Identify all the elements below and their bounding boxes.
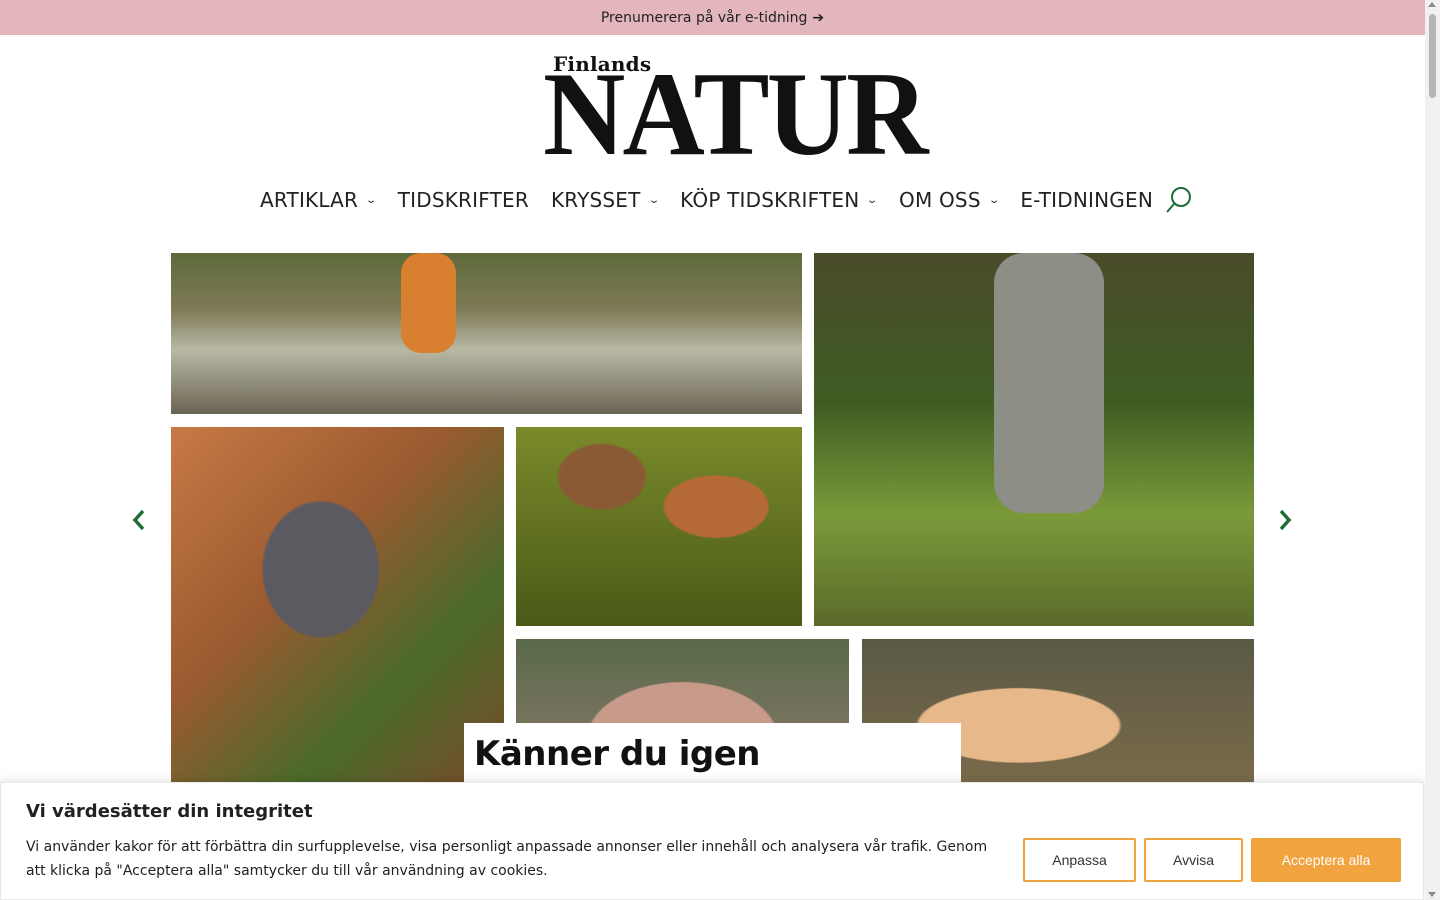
- mushroom-image: [171, 427, 504, 783]
- reject-button[interactable]: Avvisa: [1144, 838, 1243, 882]
- chevron-down-icon: ⌄: [866, 194, 879, 206]
- nav-item-kop-tidskriften[interactable]: KÖP TIDSKRIFTEN ⌄: [680, 188, 879, 212]
- slider-next-button[interactable]: [1274, 505, 1296, 535]
- main-nav: ARTIKLAR ⌄ TIDSKRIFTER KRYSSET ⌄ KÖP TID…: [260, 180, 1193, 220]
- accept-all-button[interactable]: Acceptera alla: [1251, 838, 1401, 882]
- nav-item-tidskrifter[interactable]: TIDSKRIFTER: [398, 188, 529, 212]
- chevron-down-icon: ⌄: [988, 194, 1001, 206]
- chevron-down-icon: ⌄: [647, 194, 660, 206]
- nav-item-label: KRYSSET: [550, 188, 641, 212]
- nav-item-krysset[interactable]: KRYSSET ⌄: [550, 188, 660, 212]
- scroll-down-icon[interactable]: [1428, 892, 1436, 897]
- arrow-right-icon: ➔: [812, 9, 825, 26]
- featured-slider[interactable]: [171, 253, 1254, 783]
- logo-big-text: NATUR: [543, 47, 928, 180]
- nav-item-label: E-TIDNINGEN: [1020, 188, 1153, 212]
- nav-item-label: OM OSS: [899, 188, 981, 212]
- subscribe-banner-text[interactable]: Prenumerera på vår e-tidning: [601, 10, 808, 26]
- nav-item-artiklar[interactable]: ARTIKLAR ⌄: [260, 188, 378, 212]
- cookie-text: Vi använder kakor för att förbättra din …: [26, 839, 988, 879]
- chevron-right-icon: [1279, 509, 1292, 531]
- nav-item-label: TIDSKRIFTER: [397, 188, 529, 212]
- slider-prev-button[interactable]: [128, 505, 150, 535]
- customize-button[interactable]: Anpassa: [1023, 838, 1136, 882]
- nav-item-e-tidningen[interactable]: E-TIDNINGEN: [1020, 188, 1153, 212]
- site-logo[interactable]: Finlands NATUR: [543, 52, 928, 174]
- scroll-up-icon[interactable]: [1428, 2, 1436, 7]
- cookie-title: Vi värdesätter din integritet: [26, 801, 313, 822]
- scrollbar-thumb[interactable]: [1429, 14, 1436, 98]
- subscribe-banner[interactable]: Prenumerera på vår e-tidning ➔: [0, 0, 1425, 35]
- slide-title[interactable]: Känner du igen svamparna?: [464, 723, 961, 836]
- nav-item-label: KÖP TIDSKRIFTEN: [680, 188, 860, 212]
- mushroom-image: [171, 253, 802, 414]
- chevron-left-icon: [132, 509, 145, 531]
- nav-item-label: ARTIKLAR: [260, 188, 359, 212]
- scrollbar[interactable]: [1425, 0, 1440, 900]
- mushroom-image: [516, 427, 802, 626]
- nav-item-om-oss[interactable]: OM OSS ⌄: [899, 188, 1001, 212]
- mushroom-image: [814, 253, 1254, 626]
- chevron-down-icon: ⌄: [365, 194, 378, 206]
- search-icon[interactable]: [1165, 186, 1193, 214]
- cookie-consent-banner: Vi värdesätter din integritet Vi använde…: [0, 782, 1424, 900]
